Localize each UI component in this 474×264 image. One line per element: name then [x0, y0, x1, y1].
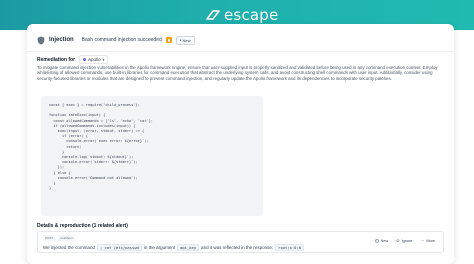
- status-badge-label: New: [182, 37, 191, 43]
- framework-select[interactable]: Apollo ▾: [79, 55, 109, 64]
- framework-value: Apollo: [88, 57, 101, 62]
- chevron-down-icon: ▾: [102, 57, 105, 62]
- remediation-row: Remediation for Apollo ▾: [37, 55, 109, 64]
- status-icon: [374, 238, 379, 243]
- code-block: const { exec } = require('child_process'…: [41, 96, 263, 216]
- injected-command: ; cat /etc/passwd: [96, 244, 142, 251]
- brand-logo: escape: [205, 5, 278, 25]
- operation-tag: rootMenu: [58, 235, 75, 241]
- method-tag: POST: [43, 235, 56, 241]
- severity-icon: [165, 37, 172, 43]
- alert-msg-mid: in the argument: [143, 245, 176, 250]
- new-status-label: New: [380, 238, 389, 243]
- related-alert[interactable]: POST rootMenu We injected the command ; …: [37, 231, 444, 253]
- alert-message: We injected the command ; cat /etc/passw…: [43, 244, 438, 251]
- more-button[interactable]: ⋯ More: [420, 238, 435, 243]
- ignore-label: Ignore: [401, 238, 413, 243]
- alert-actions: New ⊘ Ignore ⋯ More: [374, 238, 435, 243]
- eye-off-icon: ⊘: [396, 238, 400, 243]
- response-snippet: root:x:0:0: [275, 244, 305, 251]
- shield-icon: [37, 36, 45, 44]
- status-badge[interactable]: ● New: [175, 35, 195, 45]
- more-label: More: [426, 238, 435, 243]
- issue-header: Injection Bash command injection succeed…: [27, 31, 454, 49]
- remediation-label: Remediation for: [37, 56, 76, 63]
- remediation-text: To mitigate command injection vulnerabil…: [37, 65, 438, 81]
- argument-name: api_key: [177, 244, 200, 251]
- divider: [27, 51, 454, 52]
- details-heading: Details & reproduction (1 related alert): [37, 223, 128, 229]
- alert-msg-suffix: and it was reflected in the response:: [201, 245, 274, 250]
- brand-name: escape: [224, 6, 279, 24]
- code-line: }: [49, 186, 52, 191]
- more-icon: ⋯: [420, 238, 425, 243]
- ignore-button[interactable]: ⊘ Ignore: [396, 238, 412, 243]
- issue-card: Injection Bash command injection succeed…: [27, 24, 454, 264]
- escape-logo-icon: [206, 10, 220, 20]
- issue-category: Injection: [49, 37, 74, 43]
- new-status-button[interactable]: New: [374, 238, 389, 243]
- issue-message: Bash command injection succeeded: [81, 37, 162, 43]
- status-dot-icon: ●: [179, 38, 182, 42]
- alert-msg-prefix: We injected the command: [43, 245, 95, 250]
- apollo-icon: [83, 58, 87, 61]
